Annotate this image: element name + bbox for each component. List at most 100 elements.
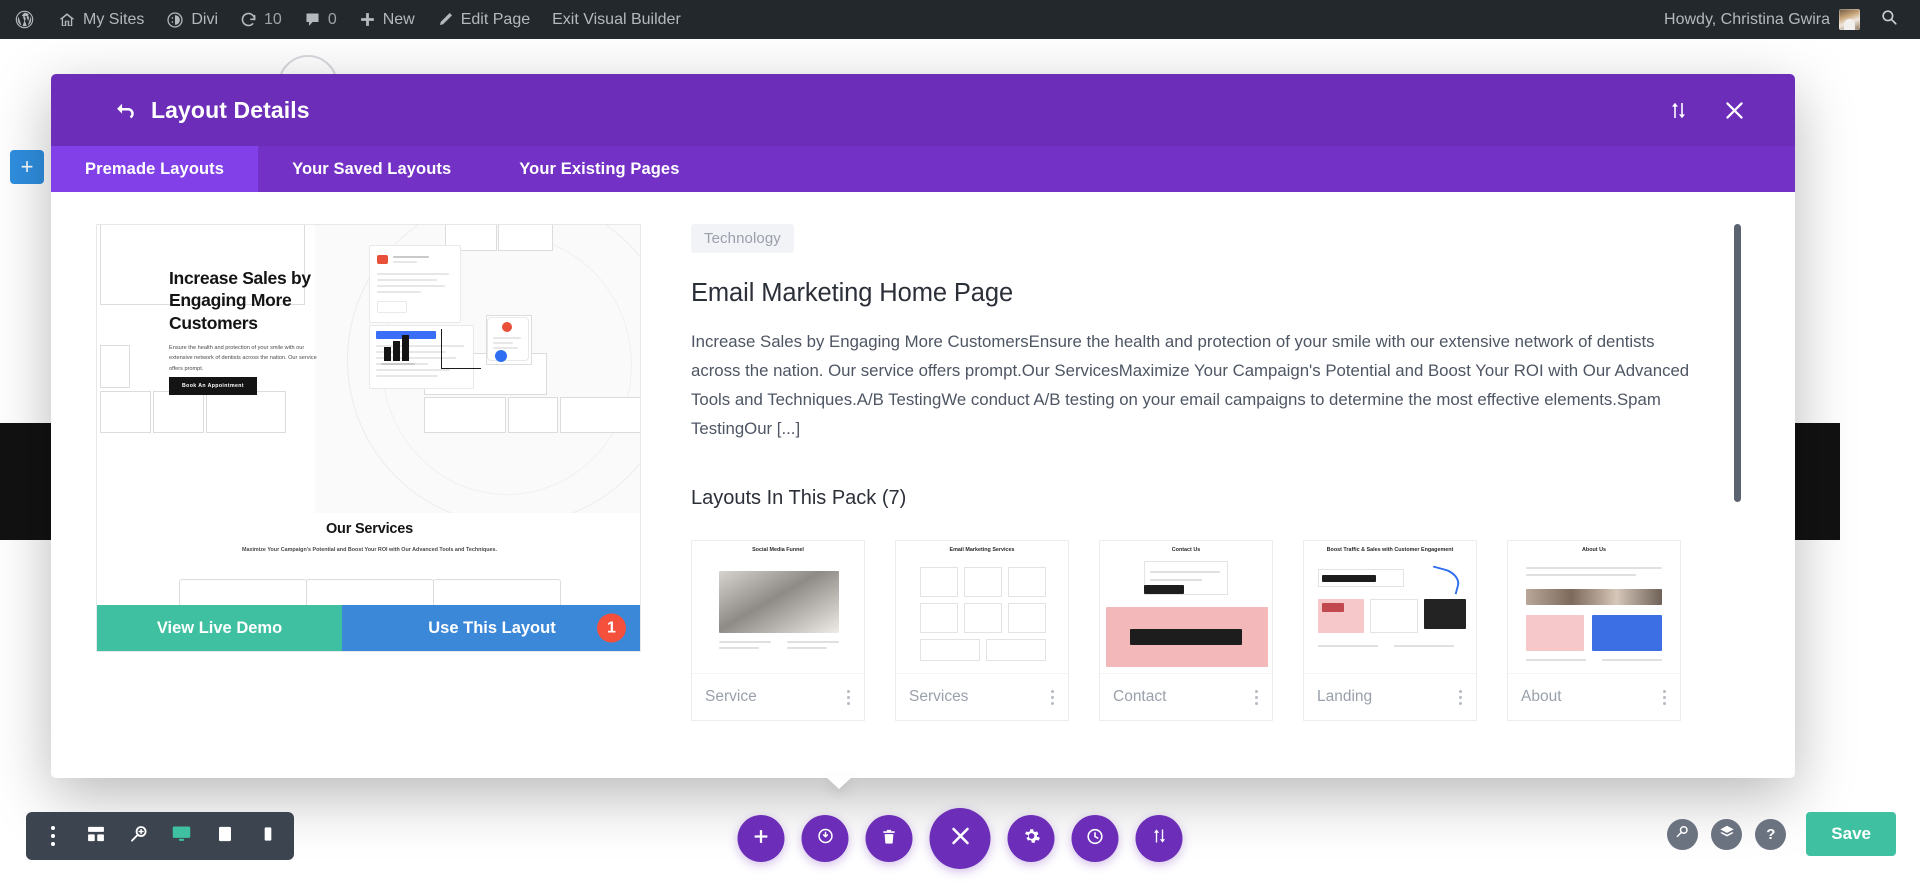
pack-card-about[interactable]: About Us About [1507, 540, 1681, 722]
page-title: Layout Details [151, 96, 310, 123]
toolbar-more-options-button[interactable] [32, 812, 73, 860]
layout-title: Email Marketing Home Page [691, 279, 1014, 307]
preview-hero-heading: Increase Sales by Engaging More Customer… [169, 268, 311, 333]
modal-header-actions [1665, 97, 1769, 123]
save-button[interactable]: Save [1806, 812, 1896, 856]
toolbar-desktop-view-button[interactable] [161, 812, 202, 860]
view-live-demo-label: View Live Demo [156, 618, 283, 637]
tab-premade-layouts[interactable]: Premade Layouts [51, 146, 259, 192]
delete-button[interactable] [865, 815, 913, 862]
close-icon [948, 824, 972, 853]
status-badge: 1 [597, 613, 626, 643]
tablet-icon [216, 825, 234, 848]
search-modules-button[interactable] [1667, 818, 1699, 850]
layout-description: Increase Sales by Engaging More Customer… [691, 332, 1690, 439]
toolbar-zoom-button[interactable] [118, 812, 159, 860]
adminbar-account-menu[interactable]: Howdy, Christina Gwira [1654, 9, 1870, 30]
use-this-layout-label: Use This Layout [428, 618, 556, 637]
pack-card-label: Service [705, 688, 757, 706]
pack-thumbnail: Contact Us [1100, 541, 1272, 675]
adminbar-updates-count: 10 [264, 10, 282, 28]
adminbar-item-divi[interactable]: Divi [155, 0, 229, 39]
wordpress-icon [14, 9, 35, 30]
adminbar-item-exit-visual-builder[interactable]: Exit Visual Builder [541, 0, 692, 39]
pack-heading: Layouts In This Pack (7) [691, 487, 907, 510]
tab-your-saved-layouts[interactable]: Your Saved Layouts [258, 146, 485, 192]
tab-label: Your Existing Pages [519, 159, 680, 178]
pack-card-contact[interactable]: Contact Us Contact [1099, 540, 1273, 722]
pack-card-label: About [1521, 688, 1562, 706]
sites-icon [58, 11, 76, 29]
pack-card-footer: Landing [1304, 674, 1476, 720]
wireframe-icon [86, 824, 106, 849]
adminbar-item-my-sites[interactable]: My Sites [47, 0, 155, 39]
modal-body: Increase Sales by Engaging More Customer… [51, 192, 1795, 778]
builder-right-toolbar: ? Save [1667, 812, 1896, 856]
kebab-menu-icon[interactable] [1247, 686, 1266, 709]
pack-thumbnail: Social Media Funnel [692, 541, 864, 675]
builder-settings-button[interactable] [1007, 815, 1055, 862]
save-to-library-button[interactable] [801, 815, 849, 862]
pack-card-label: Services [909, 688, 969, 706]
modal-tabs: Premade Layouts Your Saved Layouts Your … [51, 146, 1795, 192]
portability-button[interactable] [1135, 815, 1183, 862]
use-this-layout-button[interactable]: Use This Layout 1 [342, 605, 640, 651]
preview-hero-button: Book An Appointment [169, 377, 257, 395]
kebab-menu-icon[interactable] [1655, 686, 1674, 709]
toolbar-tablet-view-button[interactable] [204, 812, 245, 860]
modal-header: Layout Details [51, 74, 1795, 146]
pack-card-landing[interactable]: Boost Traffic & Sales with Customer Enga… [1303, 540, 1477, 722]
pack-card-service[interactable]: Social Media Funnel Service [691, 540, 865, 722]
history-icon [1086, 827, 1105, 851]
sort-updown-icon[interactable] [1665, 97, 1691, 123]
pack-card-footer: Contact [1100, 674, 1272, 720]
builder-main-toolbar [737, 808, 1183, 869]
pack-thumbnail: About Us [1508, 541, 1680, 675]
adminbar-item-edit-page[interactable]: Edit Page [426, 0, 541, 39]
adminbar-item-wordpress[interactable] [0, 0, 47, 39]
comments-icon [304, 11, 321, 28]
updates-icon [240, 11, 257, 28]
gear-icon [1022, 827, 1040, 850]
kebab-menu-icon [50, 826, 55, 846]
pack-thumb-title: About Us [1582, 547, 1606, 554]
pack-card-label: Landing [1317, 688, 1373, 706]
tab-your-existing-pages[interactable]: Your Existing Pages [485, 146, 713, 192]
adminbar-search-button[interactable] [1870, 8, 1912, 31]
close-builder-toolbar-button[interactable] [929, 808, 991, 869]
preview-services-subtext: Maximize Your Campaign's Potential and B… [241, 547, 498, 553]
editing-history-button[interactable] [1071, 815, 1119, 862]
tab-label: Premade Layouts [85, 159, 225, 178]
adminbar-label-new: New [382, 10, 415, 28]
tab-label: Your Saved Layouts [292, 159, 452, 178]
sort-updown-icon [1150, 827, 1168, 850]
pack-layouts-grid: Social Media Funnel Service Email Market… [691, 540, 1715, 722]
add-section-button[interactable]: + [10, 150, 44, 184]
adminbar-label-edit-page: Edit Page [460, 10, 531, 28]
kebab-menu-icon[interactable] [1451, 686, 1470, 709]
help-button[interactable]: ? [1755, 818, 1787, 850]
toolbar-phone-view-button[interactable] [247, 812, 288, 860]
pack-thumb-title: Email Marketing Services [949, 547, 1015, 554]
pack-card-footer: About [1508, 674, 1680, 720]
modal-scrollbar[interactable] [1734, 224, 1741, 682]
layers-view-button[interactable] [1711, 818, 1743, 850]
adminbar-label-divi: Divi [191, 10, 219, 28]
kebab-menu-icon[interactable] [839, 686, 858, 709]
trash-icon [881, 828, 898, 850]
add-section-circle-button[interactable] [737, 815, 785, 862]
close-icon[interactable] [1721, 97, 1747, 123]
kebab-menu-icon[interactable] [1043, 686, 1062, 709]
category-badge[interactable]: Technology [691, 224, 794, 253]
adminbar-item-comments[interactable]: 0 [293, 0, 348, 39]
adminbar-item-updates[interactable]: 10 [229, 0, 293, 39]
pack-card-services[interactable]: Email Marketing Services Services [895, 540, 1069, 722]
help-icon: ? [1766, 825, 1776, 843]
preview-hero-subtext: Ensure the health and protection of your… [169, 345, 317, 372]
layout-details-column: Technology Email Marketing Home Page Inc… [691, 224, 1755, 778]
layout-preview-card[interactable]: Increase Sales by Engaging More Customer… [96, 224, 641, 652]
view-live-demo-button[interactable]: View Live Demo [97, 605, 342, 651]
adminbar-item-new[interactable]: New [348, 0, 426, 39]
back-arrow-icon[interactable] [113, 98, 137, 122]
toolbar-wireframe-button[interactable] [75, 812, 116, 860]
